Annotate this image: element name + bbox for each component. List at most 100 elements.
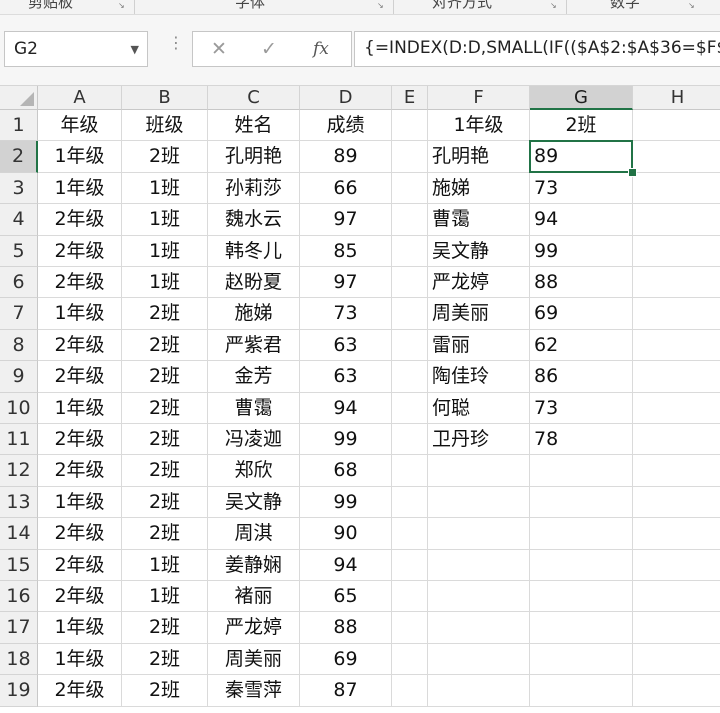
drag-handle-icon[interactable]: ⋮ (168, 35, 184, 51)
cell-a3[interactable]: 1年级 (38, 172, 122, 205)
cell-c8[interactable]: 严紫君 (208, 329, 300, 362)
cell-a14[interactable]: 2年级 (38, 518, 122, 550)
cell-c4[interactable]: 魏水云 (208, 204, 300, 236)
cell-h11[interactable] (633, 424, 720, 456)
cell-e10[interactable] (392, 392, 428, 424)
ribbon-group-number[interactable]: 数字 (610, 0, 640, 12)
row-header-17[interactable]: 17 (0, 612, 38, 644)
cell-d8[interactable]: 63 (300, 329, 392, 362)
cell-f4[interactable]: 曹霭 (428, 204, 530, 236)
cell-b15[interactable]: 1班 (122, 549, 208, 581)
cell-f5[interactable]: 吴文静 (428, 235, 530, 267)
cell-b16[interactable]: 1班 (122, 581, 208, 613)
cell-d5[interactable]: 85 (300, 235, 392, 267)
cell-f19[interactable] (428, 675, 530, 707)
column-header-e[interactable]: E (392, 86, 428, 110)
cell-h6[interactable] (633, 267, 720, 299)
cell-c19[interactable]: 秦雪萍 (208, 675, 300, 707)
cell-g8[interactable]: 62 (530, 329, 633, 362)
cell-e3[interactable] (392, 172, 428, 205)
cell-b9[interactable]: 2班 (122, 361, 208, 393)
cell-b14[interactable]: 2班 (122, 518, 208, 550)
cell-f1[interactable]: 1年级 (428, 110, 530, 142)
cell-c12[interactable]: 郑欣 (208, 455, 300, 487)
cell-d7[interactable]: 73 (300, 298, 392, 330)
cell-d15[interactable]: 94 (300, 549, 392, 581)
cell-e8[interactable] (392, 329, 428, 362)
cell-g12[interactable] (530, 455, 633, 487)
cell-h5[interactable] (633, 236, 720, 267)
cell-e11[interactable] (392, 424, 428, 456)
row-header-11[interactable]: 11 (0, 424, 38, 456)
cell-g7[interactable]: 69 (530, 298, 633, 330)
cell-b10[interactable]: 2班 (122, 392, 208, 424)
column-header-h[interactable]: H (633, 86, 720, 110)
cell-d11[interactable]: 99 (300, 424, 392, 456)
row-header-13[interactable]: 13 (0, 486, 38, 519)
cell-h15[interactable] (633, 550, 720, 581)
row-header-18[interactable]: 18 (0, 643, 38, 676)
cell-e15[interactable] (392, 549, 428, 581)
cell-f11[interactable]: 卫丹珍 (428, 424, 530, 456)
cell-e16[interactable] (392, 581, 428, 613)
cell-e6[interactable] (392, 267, 428, 299)
cell-f18[interactable] (428, 643, 530, 676)
cell-g17[interactable] (530, 612, 633, 644)
cell-a13[interactable]: 1年级 (38, 486, 122, 519)
cell-a17[interactable]: 1年级 (38, 612, 122, 644)
cell-b13[interactable]: 2班 (122, 486, 208, 519)
row-header-7[interactable]: 7 (0, 298, 38, 330)
cell-g10[interactable]: 73 (530, 392, 633, 424)
cancel-icon[interactable]: ✕ (211, 38, 227, 60)
cell-c5[interactable]: 韩冬儿 (208, 235, 300, 267)
cell-e17[interactable] (392, 612, 428, 644)
row-header-6[interactable]: 6 (0, 267, 38, 299)
cell-b11[interactable]: 2班 (122, 424, 208, 456)
cell-a18[interactable]: 1年级 (38, 643, 122, 676)
cell-c16[interactable]: 褚丽 (208, 581, 300, 613)
cell-a7[interactable]: 1年级 (38, 298, 122, 330)
cell-g15[interactable] (530, 549, 633, 581)
dialog-launcher-icon[interactable]: ↘ (377, 1, 385, 10)
dialog-launcher-icon[interactable]: ↘ (118, 1, 126, 10)
cell-h4[interactable] (633, 204, 720, 236)
cell-h16[interactable] (633, 581, 720, 613)
cell-c15[interactable]: 姜静娴 (208, 549, 300, 581)
cell-b18[interactable]: 2班 (122, 643, 208, 676)
cell-e12[interactable] (392, 455, 428, 487)
row-header-15[interactable]: 15 (0, 549, 38, 581)
cell-e13[interactable] (392, 486, 428, 519)
cell-c6[interactable]: 赵盼夏 (208, 267, 300, 299)
cell-g16[interactable] (530, 581, 633, 613)
cell-c7[interactable]: 施娣 (208, 298, 300, 330)
cell-e9[interactable] (392, 361, 428, 393)
dialog-launcher-icon[interactable]: ↘ (688, 1, 696, 10)
cell-f7[interactable]: 周美丽 (428, 298, 530, 330)
cell-a5[interactable]: 2年级 (38, 235, 122, 267)
cell-d4[interactable]: 97 (300, 204, 392, 236)
cell-g4[interactable]: 94 (530, 204, 633, 236)
cell-f10[interactable]: 何聪 (428, 392, 530, 424)
cell-h3[interactable] (633, 173, 720, 205)
cell-h1[interactable] (633, 110, 720, 142)
cell-c10[interactable]: 曹霭 (208, 392, 300, 424)
cell-h9[interactable] (633, 361, 720, 393)
select-all-corner[interactable] (0, 86, 38, 110)
cell-b8[interactable]: 2班 (122, 329, 208, 362)
cell-g1[interactable]: 2班 (530, 110, 633, 142)
cell-g19[interactable] (530, 675, 633, 707)
cell-d1[interactable]: 成绩 (300, 110, 392, 142)
cell-g2[interactable]: 89 (530, 141, 633, 173)
cell-f17[interactable] (428, 612, 530, 644)
cell-b12[interactable]: 2班 (122, 455, 208, 487)
row-header-12[interactable]: 12 (0, 455, 38, 487)
row-header-2[interactable]: 2 (0, 141, 38, 173)
cell-a15[interactable]: 2年级 (38, 549, 122, 581)
cell-h13[interactable] (633, 487, 720, 519)
cell-a12[interactable]: 2年级 (38, 455, 122, 487)
cell-b19[interactable]: 2班 (122, 675, 208, 707)
cell-b4[interactable]: 1班 (122, 204, 208, 236)
cell-d6[interactable]: 97 (300, 267, 392, 299)
cell-h18[interactable] (633, 644, 720, 676)
cell-g11[interactable]: 78 (530, 424, 633, 456)
